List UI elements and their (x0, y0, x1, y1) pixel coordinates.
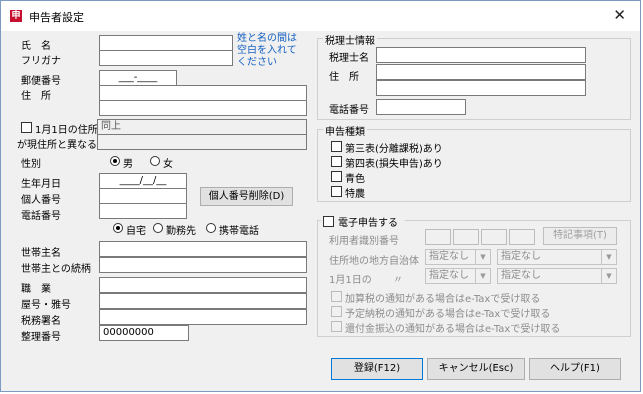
schedule3-checkbox[interactable] (331, 141, 342, 152)
app-icon: 申 (10, 10, 22, 22)
settings-dialog: 申 申告者設定 ✕ 氏 名 フリガナ 姓と名の間は 空白を入れて ください 郵便… (0, 0, 641, 392)
phone-field[interactable] (99, 203, 187, 219)
chevron-down-icon: ▼ (601, 269, 616, 283)
phone-mobile-label: 携帯電話 (219, 226, 259, 237)
household-relation-field[interactable] (99, 257, 307, 273)
user-id-field-2[interactable] (453, 229, 479, 245)
name-field[interactable] (99, 35, 233, 51)
household-head-label: 世帯主名 (21, 248, 61, 259)
address-field-2[interactable] (99, 100, 307, 116)
user-id-label: 利用者識別番号 (329, 236, 399, 247)
birthdate-field[interactable]: ____/__/__ (99, 173, 187, 189)
municipality-pref-value: 指定なし (429, 251, 469, 262)
postal-label: 郵便番号 (21, 76, 61, 87)
accountant-phone-label: 電話番号 (329, 105, 369, 116)
birthdate-label: 生年月日 (21, 179, 61, 190)
gender-male-radio[interactable] (110, 156, 120, 166)
occupation-label: 職 業 (21, 284, 51, 295)
schedule3-label: 第三表(分離課税)あり (345, 144, 443, 155)
tax-office-label: 税務署名 (21, 316, 61, 327)
help-button[interactable]: ヘルプ(F1) (529, 358, 621, 380)
chevron-down-icon: ▼ (601, 250, 616, 264)
title-bar: 申 申告者設定 ✕ (1, 1, 640, 31)
municipality-city-value: 指定なし (501, 251, 541, 262)
declaration-type-title: 申告種類 (323, 123, 367, 138)
blue-return-checkbox[interactable] (331, 171, 342, 182)
special-farming-checkbox[interactable] (331, 186, 342, 197)
accountant-address-field-2[interactable] (376, 80, 586, 96)
jan1-city-select[interactable]: 指定なし ▼ (497, 268, 617, 284)
accountant-name-label: 税理士名 (329, 53, 369, 64)
jan1-address-checkbox[interactable] (21, 122, 32, 133)
notify-prepayment-checkbox[interactable] (331, 306, 342, 317)
jan1-city-value: 指定なし (501, 270, 541, 281)
user-id-field-3[interactable] (481, 229, 507, 245)
furigana-field[interactable] (99, 50, 233, 66)
shop-name-label: 屋号・雅号 (21, 300, 71, 311)
furigana-label: フリガナ (21, 56, 61, 67)
window-title: 申告者設定 (29, 11, 84, 24)
serial-number-field[interactable]: 00000000 (99, 325, 189, 341)
special-farming-label: 特農 (345, 189, 365, 200)
blue-return-label: 青色 (345, 174, 365, 185)
mynumber-label: 個人番号 (21, 195, 61, 206)
occupation-field[interactable] (99, 277, 307, 293)
household-head-field[interactable] (99, 241, 307, 257)
schedule4-checkbox[interactable] (331, 156, 342, 167)
phone-work-radio[interactable] (153, 223, 163, 233)
accountant-address-field-1[interactable] (376, 64, 586, 80)
notify-refund-label: 還付金振込の通知がある場合はe-Taxで受け取る (345, 324, 561, 335)
name-label: 氏 名 (21, 41, 51, 52)
accountant-name-field[interactable] (376, 47, 586, 63)
gender-female-label: 女 (163, 159, 173, 170)
jan1-address-field-2[interactable] (97, 134, 307, 150)
cancel-button[interactable]: キャンセル(Esc) (427, 358, 525, 380)
name-hint: 姓と名の間は 空白を入れて ください (237, 33, 297, 68)
jan1-address-label-2: が現住所と異なる (17, 140, 97, 151)
household-relation-label: 世帯主との続柄 (21, 264, 91, 275)
address-label: 住 所 (21, 91, 51, 102)
municipality-pref-select[interactable]: 指定なし ▼ (425, 249, 491, 265)
postal-field[interactable]: ___-____ (99, 70, 177, 86)
schedule4-label: 第四表(損失申告)あり (345, 159, 443, 170)
notify-penalty-label: 加算税の通知がある場合はe-Taxで受け取る (345, 294, 541, 305)
close-icon[interactable]: ✕ (613, 6, 626, 24)
phone-work-label: 勤務先 (166, 226, 196, 237)
municipality-city-select[interactable]: 指定なし ▼ (497, 249, 617, 265)
tax-office-field[interactable] (99, 309, 307, 325)
phone-label: 電話番号 (21, 211, 61, 222)
etax-label: 電子申告する (338, 218, 398, 229)
accountant-address-label: 住 所 (329, 72, 359, 83)
jan1-pref-value: 指定なし (429, 270, 469, 281)
address-field-1[interactable] (99, 85, 307, 101)
accountant-phone-field[interactable] (376, 99, 466, 115)
ditto-mark: 〃 (393, 275, 403, 286)
mynumber-field[interactable] (99, 188, 187, 204)
special-notes-button[interactable]: 特記事項(T) (543, 227, 617, 245)
register-button[interactable]: 登録(F12) (331, 358, 423, 380)
notify-prepayment-label: 予定納税の通知がある場合はe-Taxで受け取る (345, 309, 551, 320)
user-id-field-4[interactable] (509, 229, 535, 245)
phone-home-label: 自宅 (126, 226, 146, 237)
gender-female-radio[interactable] (150, 156, 160, 166)
serial-number-label: 整理番号 (21, 332, 61, 343)
chevron-down-icon: ▼ (475, 269, 490, 283)
shop-name-field[interactable] (99, 293, 307, 309)
accountant-group-title: 税理士情報 (323, 32, 377, 47)
mynumber-delete-button[interactable]: 個人番号削除(D) (200, 187, 293, 206)
jan1-municipality-label: 1月1日の (329, 275, 372, 286)
user-id-field-1[interactable] (425, 229, 451, 245)
phone-home-radio[interactable] (113, 223, 123, 233)
jan1-address-label: 1月1日の住所 (35, 125, 98, 136)
notify-penalty-checkbox[interactable] (331, 291, 342, 302)
gender-label: 性別 (21, 159, 41, 170)
chevron-down-icon: ▼ (475, 250, 490, 264)
jan1-pref-select[interactable]: 指定なし ▼ (425, 268, 491, 284)
etax-checkbox[interactable] (323, 216, 334, 227)
municipality-label: 住所地の地方自治体 (329, 256, 419, 267)
jan1-address-field-1[interactable]: 同上 (97, 119, 307, 135)
gender-male-label: 男 (123, 159, 133, 170)
phone-mobile-radio[interactable] (206, 223, 216, 233)
notify-refund-checkbox[interactable] (331, 321, 342, 332)
